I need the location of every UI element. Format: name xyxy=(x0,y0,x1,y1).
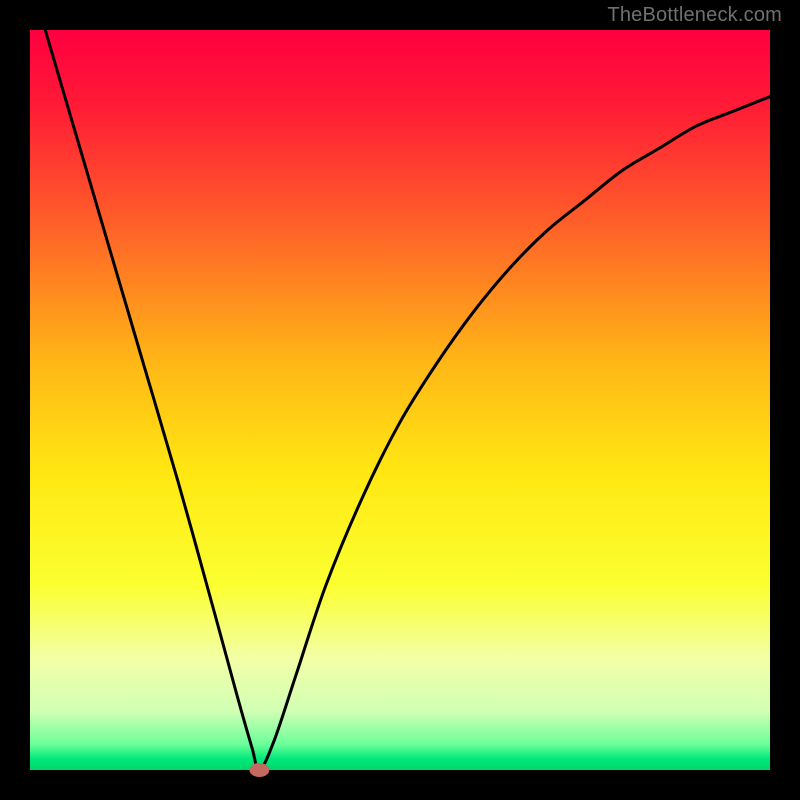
plot-background-gradient xyxy=(30,30,770,770)
watermark-text: TheBottleneck.com xyxy=(607,4,782,27)
chart-container: TheBottleneck.com xyxy=(0,0,800,800)
minimum-marker xyxy=(249,763,269,777)
bottleneck-chart xyxy=(0,0,800,800)
